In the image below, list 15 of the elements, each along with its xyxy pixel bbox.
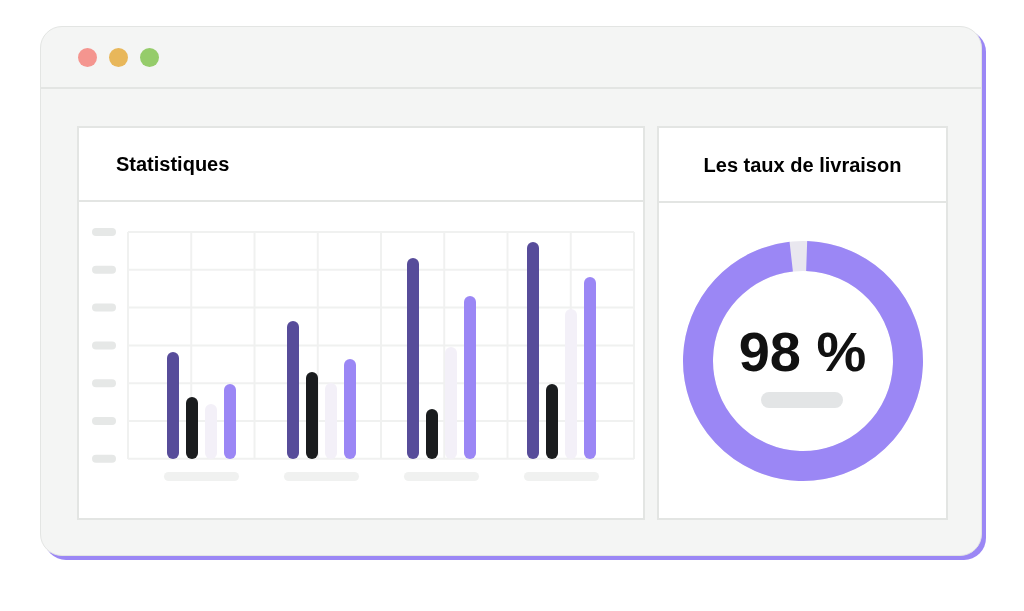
window-control-button[interactable]: [78, 47, 97, 67]
panel-title: Statistiques: [116, 152, 230, 177]
panel-title: Les taux de livraison: [703, 152, 902, 178]
axis-label-placeholder: [92, 379, 116, 388]
axis-label-placeholder: [92, 303, 116, 312]
window-control-button[interactable]: [140, 47, 159, 67]
window-control-button[interactable]: [109, 47, 128, 67]
axis-label-placeholder: [92, 417, 116, 425]
axis-label-placeholder: [92, 341, 116, 350]
bar: [426, 409, 438, 459]
bar: [186, 397, 198, 459]
percentage-value: 98 %: [738, 323, 867, 380]
axis-label-placeholder: [92, 454, 116, 463]
axis-label-placeholder: [92, 265, 116, 274]
axis-label-placeholder: [92, 228, 116, 236]
